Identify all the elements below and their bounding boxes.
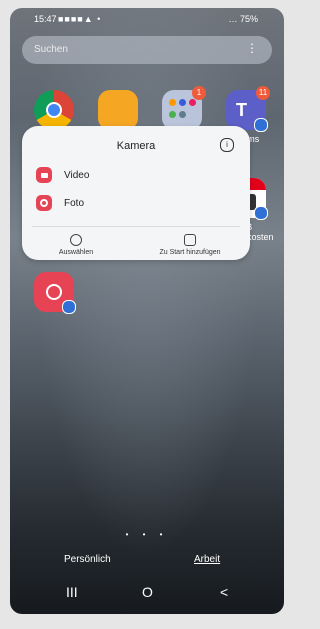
check-circle-icon: [70, 234, 82, 246]
popup-title: Kamera: [116, 140, 156, 152]
work-profile-icon: [254, 118, 268, 132]
photo-camera-icon: [36, 195, 52, 211]
teams-icon: T 11: [226, 86, 270, 132]
add-home-icon: [184, 234, 196, 246]
navigation-bar: III O <: [10, 574, 284, 614]
status-bar: 15:47 ■■■■▲ • … 75%: [10, 8, 284, 28]
chrome-icon: [34, 90, 74, 130]
app-folder-group[interactable]: 1: [160, 86, 206, 130]
page-indicator: • • •: [125, 530, 169, 539]
back-icon[interactable]: <: [220, 584, 228, 600]
home-screen: 15:47 ■■■■▲ • … 75% Suchen ⋮ 1 T 11 Team: [10, 8, 284, 614]
status-time: 15:47: [34, 14, 57, 24]
shortcut-label: Video: [64, 169, 90, 181]
app-chrome[interactable]: [32, 90, 76, 130]
search-bar[interactable]: Suchen ⋮: [22, 36, 272, 64]
camera-icon: [34, 272, 76, 314]
select-label: Auswählen: [58, 249, 94, 256]
popup-divider: [32, 226, 240, 227]
notification-icons: ■■■■▲ •: [58, 14, 102, 24]
work-profile-icon: [62, 300, 76, 314]
tab-work[interactable]: Arbeit: [194, 554, 220, 565]
tab-personal[interactable]: Persönlich: [64, 554, 111, 565]
shortcut-photo[interactable]: Foto: [36, 192, 84, 214]
profile-tabs: Persönlich Arbeit: [10, 554, 284, 574]
info-icon[interactable]: i: [220, 138, 234, 152]
add-to-home-label: Zu Start hinzufügen: [159, 249, 221, 256]
notification-badge: 1: [192, 86, 206, 100]
recents-icon[interactable]: III: [66, 584, 78, 600]
home-icon[interactable]: O: [142, 584, 153, 600]
select-button[interactable]: Auswählen: [26, 234, 126, 256]
camera-shortcut-popup: Kamera i Video Foto Auswählen Zu Start h…: [22, 126, 250, 260]
folder-icon: [98, 90, 138, 130]
app-camera[interactable]: [32, 272, 76, 314]
more-options-icon[interactable]: ⋮: [246, 42, 258, 54]
notification-badge: 11: [256, 86, 270, 100]
search-placeholder: Suchen: [34, 44, 68, 55]
battery-indicator: … 75%: [228, 14, 258, 24]
shortcut-video[interactable]: Video: [36, 164, 89, 186]
shortcut-label: Foto: [64, 197, 85, 209]
work-profile-icon: [254, 206, 268, 220]
video-icon: [36, 167, 52, 183]
app-folder-icon: 1: [162, 86, 206, 130]
add-to-home-button[interactable]: Zu Start hinzufügen: [132, 234, 248, 256]
app-folder-yellow[interactable]: [96, 90, 140, 130]
